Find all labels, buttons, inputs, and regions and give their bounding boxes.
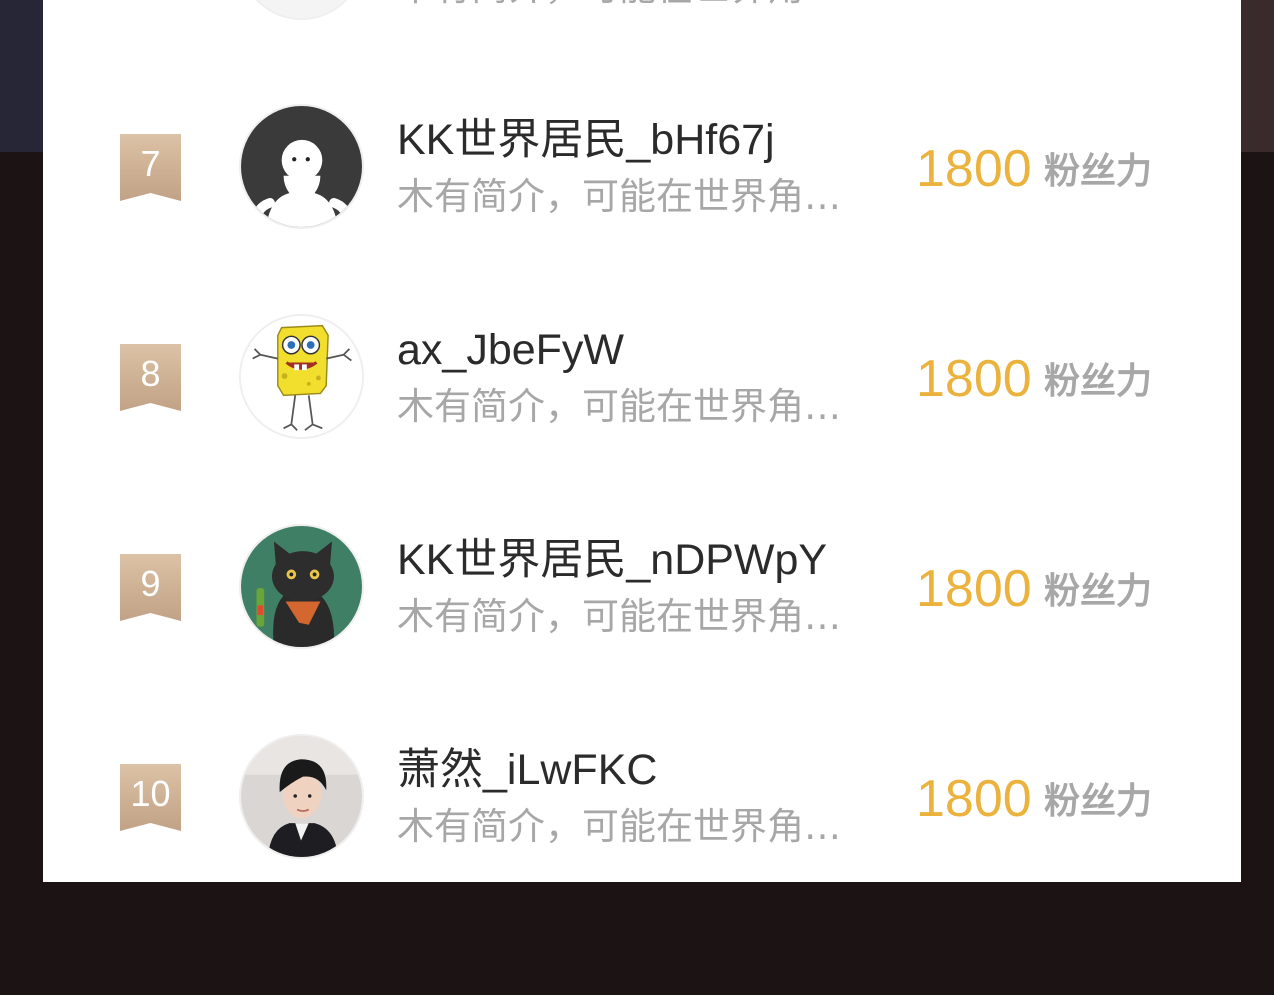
fan-power-score: 1800 (916, 560, 1032, 618)
rank-badge: 10 (120, 764, 181, 831)
young-man-photo-avatar[interactable] (239, 734, 364, 859)
fan-ranking-list[interactable]: 木有简介，可能在世界角… 7 KK世界居民_bHf67j 木有简介，可能在世界角… (43, 0, 1241, 882)
rank-badge: 9 (120, 554, 181, 621)
fan-power-score: 1800 (916, 350, 1032, 408)
black-cat-cartoon-avatar[interactable] (239, 524, 364, 649)
list-item[interactable]: 7 KK世界居民_bHf67j 木有简介，可能在世界角… 1800 粉丝力 (43, 104, 1241, 314)
user-name[interactable]: 萧然_iLwFKC (397, 744, 657, 796)
list-item[interactable]: 10 萧然_iLwFKC 木有简介，可能在世界角… 1800 粉丝力 (43, 734, 1241, 882)
user-intro: 木有简介，可能在世界角… (397, 385, 841, 428)
user-name[interactable]: KK世界居民_bHf67j (397, 114, 775, 166)
spongebob-drawing-avatar[interactable] (239, 314, 364, 439)
user-intro: 木有简介，可能在世界角… (397, 175, 841, 218)
rank-badge: 8 (120, 344, 181, 411)
user-intro: 木有简介，可能在世界角… (397, 0, 841, 11)
user-name[interactable]: KK世界居民_nDPWpY (397, 534, 827, 586)
fan-power-unit: 粉丝力 (1044, 361, 1153, 402)
avatar[interactable] (239, 0, 364, 20)
fan-power-unit: 粉丝力 (1044, 571, 1153, 612)
fan-power-score: 1800 (916, 770, 1032, 828)
user-intro: 木有简介，可能在世界角… (397, 805, 841, 848)
list-item[interactable]: 8 ax_JbeFyW 木有简介，可能在世界角… 1800 粉丝力 (43, 314, 1241, 524)
rank-badge: 7 (120, 134, 181, 201)
fan-power-unit: 粉丝力 (1044, 151, 1153, 192)
user-intro: 木有简介，可能在世界角… (397, 595, 841, 638)
default-white-figure-avatar[interactable] (239, 104, 364, 229)
fan-power-unit: 粉丝力 (1044, 781, 1153, 822)
list-item[interactable]: 9 KK世界居民_nDPWpY 木有简介，可能在世界角… 1800 粉丝力 (43, 524, 1241, 734)
list-item-partial[interactable]: 木有简介，可能在世界角… (43, 0, 1241, 105)
fan-power-score: 1800 (916, 140, 1032, 198)
user-name[interactable]: ax_JbeFyW (397, 324, 624, 376)
